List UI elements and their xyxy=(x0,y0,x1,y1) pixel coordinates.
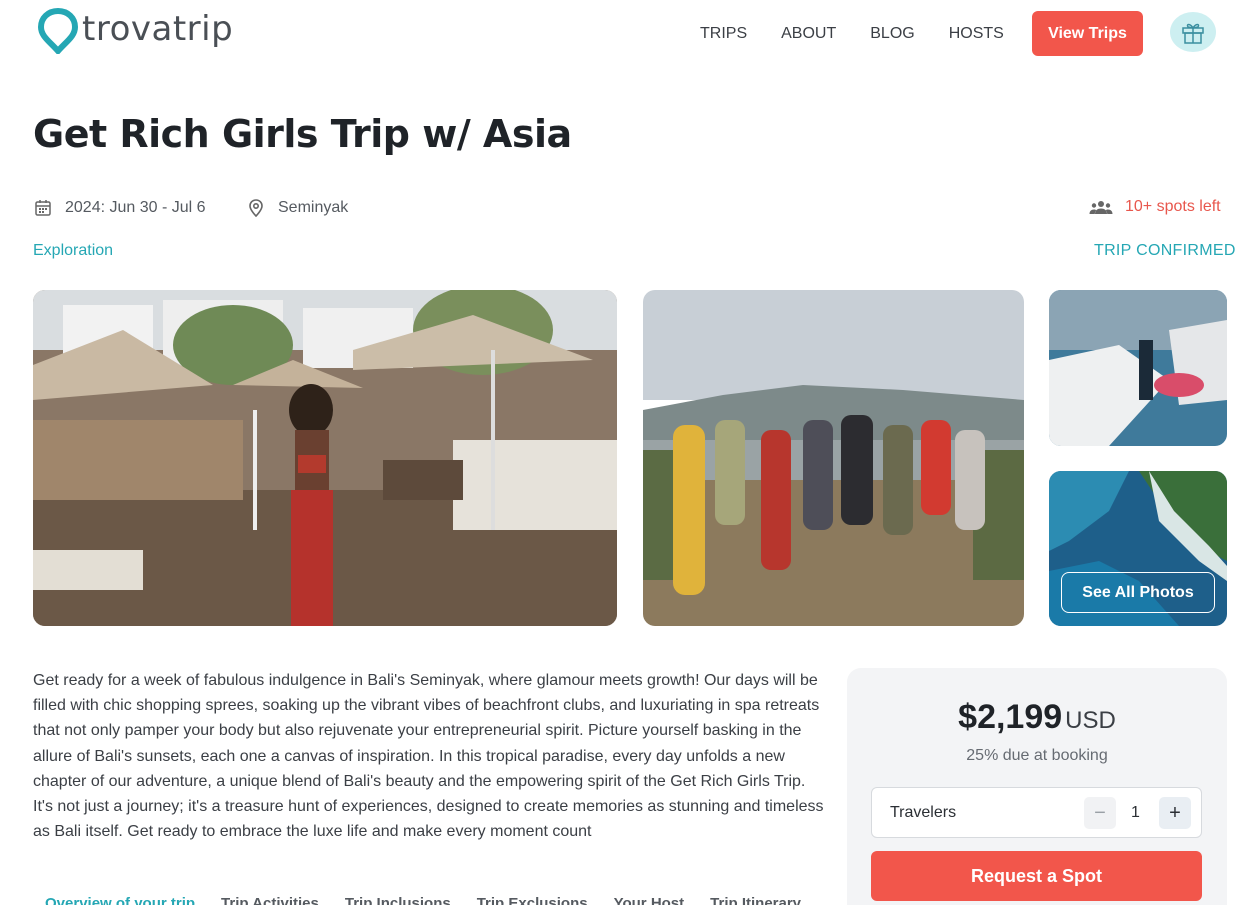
increase-travelers-button[interactable]: + xyxy=(1159,797,1191,829)
booking-card: $2,199 USD 25% due at booking Travelers −… xyxy=(847,668,1227,905)
tab-itinerary[interactable]: Trip Itinerary xyxy=(710,895,801,905)
see-all-photos-button[interactable]: See All Photos xyxy=(1061,572,1215,613)
trip-category-link[interactable]: Exploration xyxy=(33,242,113,260)
trovatrip-logo[interactable]: trovatrip xyxy=(38,8,233,54)
spots-left: 10+ spots left xyxy=(1089,198,1221,216)
nav-trips[interactable]: TRIPS xyxy=(700,22,747,46)
trip-dates: 2024: Jun 30 - Jul 6 xyxy=(33,198,206,218)
nav-blog[interactable]: BLOG xyxy=(870,22,914,46)
tab-overview[interactable]: Overview of your trip xyxy=(45,895,195,905)
spots-left-text: 10+ spots left xyxy=(1125,198,1221,215)
trip-description: Get ready for a week of fabulous indulge… xyxy=(33,672,824,841)
trip-location-text: Seminyak xyxy=(278,199,349,216)
trip-dates-text: 2024: Jun 30 - Jul 6 xyxy=(65,199,206,216)
travelers-field: Travelers − 1 + xyxy=(871,787,1202,838)
travelers-label: Travelers xyxy=(890,804,957,821)
location-pin-logo-icon xyxy=(38,8,78,54)
price-amount: $2,199 xyxy=(958,698,1063,736)
calendar-icon xyxy=(35,200,51,216)
logo-wordmark: trovatrip xyxy=(82,9,234,49)
nav-about[interactable]: ABOUT xyxy=(781,22,836,46)
travelers-count: 1 xyxy=(1131,804,1140,821)
tab-exclusions[interactable]: Trip Exclusions xyxy=(477,895,588,905)
gift-button[interactable] xyxy=(1170,12,1216,52)
page-title: Get Rich Girls Trip w/ Asia xyxy=(33,112,572,156)
trip-photo-coast[interactable]: See All Photos xyxy=(1049,471,1227,626)
trip-photo-boat[interactable] xyxy=(1049,290,1227,446)
deposit-note: 25% due at booking xyxy=(966,747,1108,764)
trip-price: $2,199 USD xyxy=(847,698,1227,737)
map-pin-icon xyxy=(249,199,263,218)
trip-section-tabs: Overview of your trip Trip Activities Tr… xyxy=(45,895,827,905)
main-nav: TRIPS ABOUT BLOG HOSTS xyxy=(700,22,1038,46)
price-currency: USD xyxy=(1065,707,1116,734)
tab-inclusions[interactable]: Trip Inclusions xyxy=(345,895,451,905)
trip-photo-group[interactable] xyxy=(643,290,1024,626)
gift-icon xyxy=(1182,23,1204,44)
tab-host[interactable]: Your Host xyxy=(614,895,685,905)
trip-photo-beach-club[interactable] xyxy=(33,290,617,626)
view-trips-button[interactable]: View Trips xyxy=(1032,11,1143,56)
trip-status-badge: TRIP CONFIRMED xyxy=(1094,242,1236,259)
nav-hosts[interactable]: HOSTS xyxy=(949,22,1004,46)
group-icon xyxy=(1089,201,1113,214)
tab-activities[interactable]: Trip Activities xyxy=(221,895,319,905)
site-header: trovatrip TRIPS ABOUT BLOG HOSTS View Tr… xyxy=(0,0,1255,70)
trip-location: Seminyak xyxy=(246,198,348,218)
decrease-travelers-button[interactable]: − xyxy=(1084,797,1116,829)
request-spot-button[interactable]: Request a Spot xyxy=(871,851,1202,901)
